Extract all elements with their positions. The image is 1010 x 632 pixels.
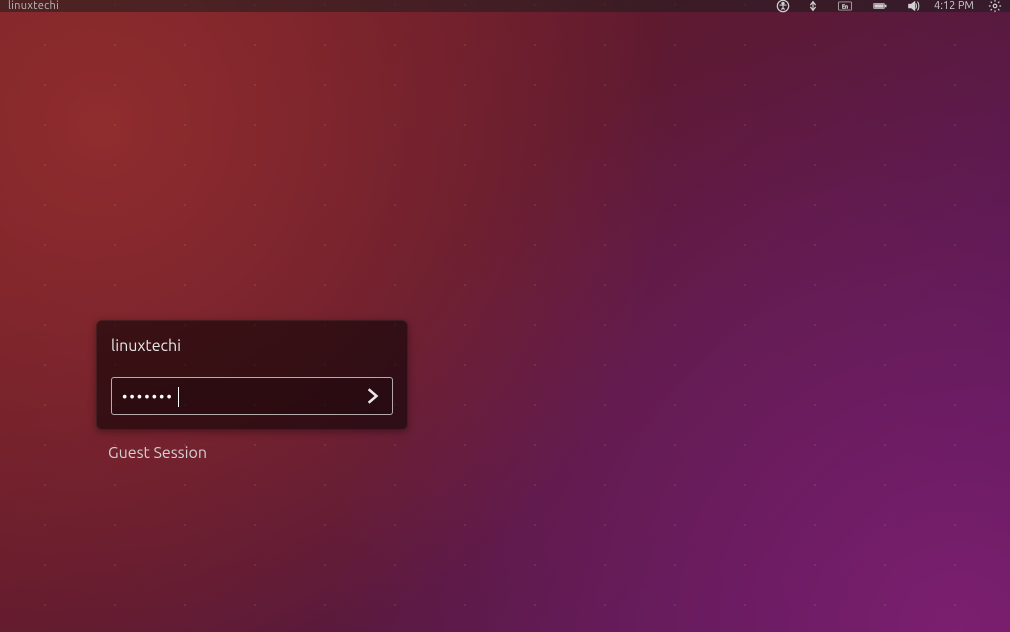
wallpaper <box>0 0 1010 632</box>
network-icon[interactable] <box>802 0 824 12</box>
chevron-right-icon <box>363 387 381 405</box>
text-caret <box>178 387 179 407</box>
selected-username[interactable]: linuxtechi <box>111 337 393 355</box>
battery-icon[interactable] <box>866 0 894 12</box>
password-field-wrap <box>111 377 393 415</box>
guest-session[interactable]: Guest Session <box>108 444 207 462</box>
login-card: linuxtechi <box>96 320 408 430</box>
language-text: En <box>842 3 848 9</box>
settings-icon[interactable] <box>984 0 1006 12</box>
login-submit-button[interactable] <box>352 378 392 414</box>
clock[interactable]: 4:12 PM <box>934 0 974 12</box>
sound-icon[interactable] <box>902 0 924 12</box>
password-input[interactable] <box>112 378 352 414</box>
panel-title: linuxtechi <box>8 0 59 12</box>
top-panel: linuxtechi En 4:12 PM <box>0 0 1010 12</box>
accessibility-icon[interactable] <box>772 0 794 12</box>
language-indicator[interactable]: En <box>832 0 858 12</box>
